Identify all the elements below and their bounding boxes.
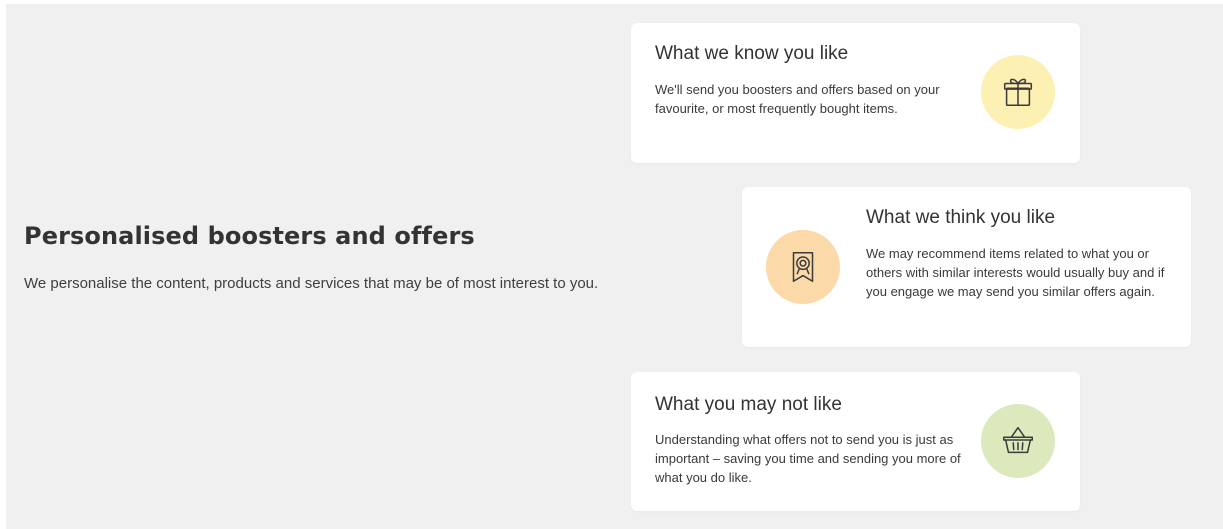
award-ribbon-icon [766, 230, 840, 304]
intro-block: Personalised boosters and offers We pers… [24, 222, 604, 296]
card-title: What we think you like [866, 207, 1056, 228]
card-title: What we know you like [655, 43, 849, 64]
gift-icon [981, 55, 1055, 129]
card-what-we-know-you-like: What we know you like We'll send you boo… [631, 23, 1080, 163]
card-description: We may recommend items related to what y… [866, 246, 1165, 299]
card-title: What you may not like [655, 394, 842, 415]
section-description: We personalise the content, products and… [24, 275, 599, 292]
card-description: We'll send you boosters and offers based… [655, 82, 940, 116]
card-description: Understanding what offers not to send yo… [655, 432, 961, 485]
card-what-we-think-you-like: What we think you like We may recommend … [742, 187, 1191, 347]
basket-icon [981, 404, 1055, 478]
section-title: Personalised boosters and offers [24, 222, 475, 250]
card-what-you-may-not-like: What you may not like Understanding what… [631, 372, 1080, 511]
